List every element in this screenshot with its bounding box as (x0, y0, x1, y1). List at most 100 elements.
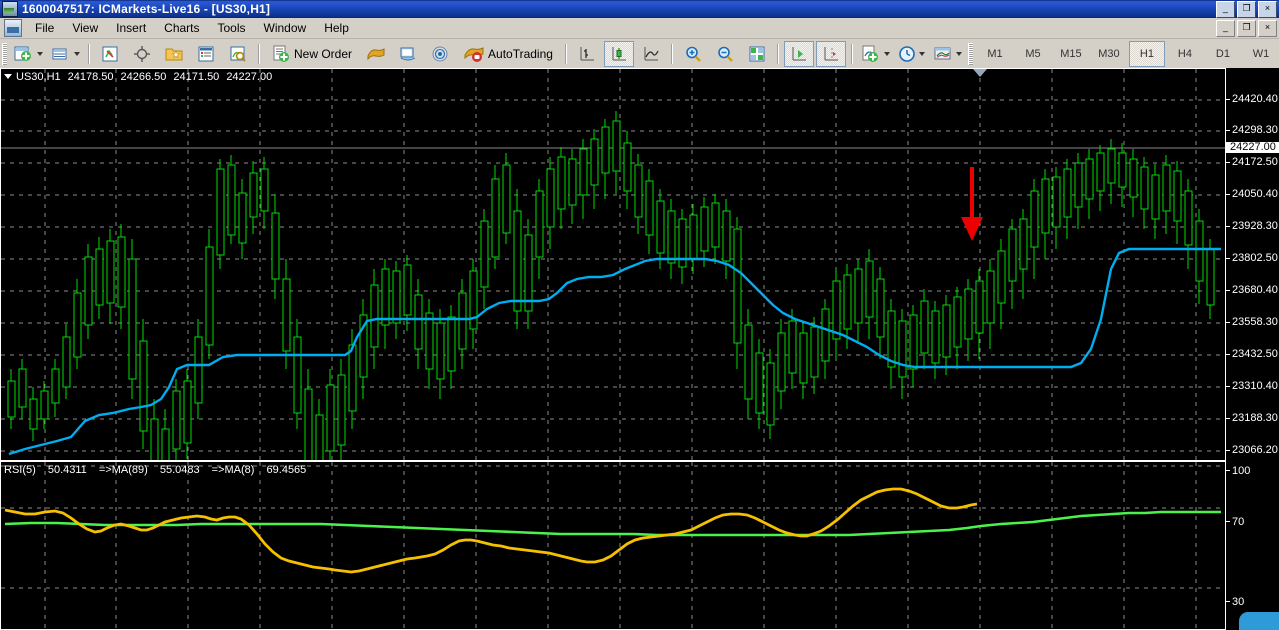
indicators-icon[interactable] (858, 41, 893, 67)
restore-button[interactable]: ❐ (1237, 1, 1256, 18)
price-tick-label: 24420.40 (1232, 93, 1278, 105)
rsi-tick-label: 100 (1232, 465, 1251, 477)
current-price-label: 24227.00 (1225, 142, 1279, 153)
menu-charts[interactable]: Charts (155, 19, 208, 37)
periods-clock-icon[interactable] (895, 41, 928, 67)
tile-windows-icon[interactable] (742, 41, 772, 67)
mdi-restore-button[interactable]: ❐ (1237, 20, 1256, 37)
close-button[interactable]: × (1258, 1, 1277, 18)
candlestick-chart-icon[interactable] (603, 40, 634, 67)
timeframe-d1[interactable]: D1 (1205, 41, 1241, 67)
price-scale[interactable]: 24420.40 24298.30 24227.00 24172.50 2405… (1225, 68, 1279, 630)
chevron-down-icon[interactable] (918, 51, 925, 56)
ohlc-open: 24178.50 (67, 70, 114, 83)
chevron-down-icon[interactable] (883, 51, 890, 56)
toolbar-separator (258, 43, 260, 64)
chevron-down-icon[interactable] (37, 51, 43, 56)
dde-icon[interactable] (425, 41, 455, 67)
rsi-chart-svg (1, 462, 1225, 629)
profiles-icon[interactable] (48, 41, 83, 67)
autotrading-label: AutoTrading (488, 46, 553, 61)
mdi-window-controls: _ ❐ × (1216, 20, 1277, 37)
strategy-tester-icon[interactable] (223, 41, 253, 67)
chart-window[interactable]: 24420.40 24298.30 24227.00 24172.50 2405… (0, 68, 1279, 630)
price-tick-label: 23558.30 (1232, 316, 1278, 328)
autotrading-button[interactable]: AutoTrading (457, 41, 560, 67)
price-tick-label: 23802.50 (1232, 252, 1278, 264)
data-window-icon[interactable] (191, 41, 221, 67)
menu-help[interactable]: Help (315, 19, 358, 37)
favorites-folder-icon[interactable] (159, 41, 189, 67)
menu-insert[interactable]: Insert (107, 19, 155, 37)
menu-window[interactable]: Window (255, 19, 316, 37)
window-title: 1600047517: ICMarkets-Live16 - [US30,H1] (22, 2, 271, 16)
toolbar-separator (564, 43, 567, 64)
price-tick-label: 24298.30 (1232, 124, 1278, 136)
menu-view[interactable]: View (63, 19, 107, 37)
timeframe-h1[interactable]: H1 (1128, 40, 1165, 67)
rsi-tick-label: 70 (1232, 516, 1245, 528)
line-chart-icon[interactable] (636, 41, 666, 67)
timeframe-m15[interactable]: M15 (1053, 41, 1089, 67)
ohlc-high: 24266.50 (120, 70, 167, 83)
new-order-button[interactable]: New Order (265, 41, 359, 67)
chart-top-marker (973, 69, 987, 77)
rsi-indicator-header: RSI(5) 50.4311 =>MA(89) 55.0483 =>MA(8) … (4, 464, 315, 476)
price-tick-label: 23066.20 (1232, 444, 1278, 456)
metatrader-icon (2, 1, 18, 17)
autotrading-icon (464, 46, 484, 62)
rsi-tick-label: 30 (1232, 596, 1245, 608)
title-bar: 1600047517: ICMarkets-Live16 - [US30,H1]… (0, 0, 1279, 18)
minimize-button[interactable]: _ (1216, 1, 1235, 18)
timeframe-m1[interactable]: M1 (977, 41, 1013, 67)
mdi-close-button[interactable]: × (1258, 20, 1277, 37)
bar-chart-icon[interactable] (572, 41, 602, 67)
navigator-icon[interactable] (127, 41, 157, 67)
chart-shift-icon[interactable] (815, 40, 846, 67)
new-order-icon (273, 45, 289, 62)
rsi-ma2-label: =>MA(8) (211, 464, 255, 476)
price-pane[interactable] (1, 69, 1225, 460)
auto-scroll-icon[interactable] (783, 40, 814, 67)
menu-file[interactable]: File (26, 19, 63, 37)
price-tick-label: 23188.30 (1232, 412, 1278, 424)
toolbar-grip[interactable] (2, 42, 7, 65)
toolbar-separator (670, 43, 673, 64)
expert-advisors-icon[interactable] (393, 41, 423, 67)
price-tick-label: 24172.50 (1232, 156, 1278, 168)
ohlc-low: 24171.50 (173, 70, 220, 83)
timeframe-m30[interactable]: M30 (1091, 41, 1127, 67)
rsi-pane[interactable] (1, 462, 1225, 629)
templates-icon[interactable] (930, 41, 965, 67)
toolbar-grip[interactable] (967, 42, 973, 65)
scroll-corner-badge[interactable] (1239, 612, 1279, 630)
zoom-in-icon[interactable] (678, 41, 708, 67)
toolbar-separator (850, 43, 853, 64)
zoom-out-icon[interactable] (710, 41, 740, 67)
mdi-minimize-button[interactable]: _ (1216, 20, 1235, 37)
price-tick-label: 23928.30 (1232, 220, 1278, 232)
menu-bar: File View Insert Charts Tools Window Hel… (0, 18, 1279, 39)
menu-tools[interactable]: Tools (209, 19, 255, 37)
metatrader-window: 1600047517: ICMarkets-Live16 - [US30,H1]… (0, 0, 1279, 630)
timeframe-w1[interactable]: W1 (1243, 41, 1279, 67)
timeframe-h4[interactable]: H4 (1167, 41, 1203, 67)
price-tick-label: 23680.40 (1232, 284, 1278, 296)
rsi-value: 50.4311 (47, 464, 87, 476)
mdi-document-icon (4, 19, 22, 37)
market-watch-icon[interactable] (95, 41, 125, 67)
ohlc-close: 24227.00 (226, 70, 273, 83)
new-order-label: New Order (294, 46, 353, 61)
toolbar-separator (88, 43, 90, 64)
new-chart-icon[interactable] (11, 41, 46, 67)
metaeditor-icon[interactable] (361, 41, 391, 67)
rsi-name-label: RSI(5) (4, 464, 36, 476)
chevron-down-icon[interactable] (955, 51, 962, 56)
timeframe-m5[interactable]: M5 (1015, 41, 1051, 67)
rsi-ma1-value: 55.0483 (159, 464, 200, 476)
price-tick-label: 23310.40 (1232, 380, 1278, 392)
chevron-down-icon[interactable] (74, 51, 80, 56)
rsi-ma1-label: =>MA(89) (98, 464, 148, 476)
price-chart-svg (1, 69, 1225, 460)
chart-collapse-icon[interactable] (4, 74, 12, 79)
